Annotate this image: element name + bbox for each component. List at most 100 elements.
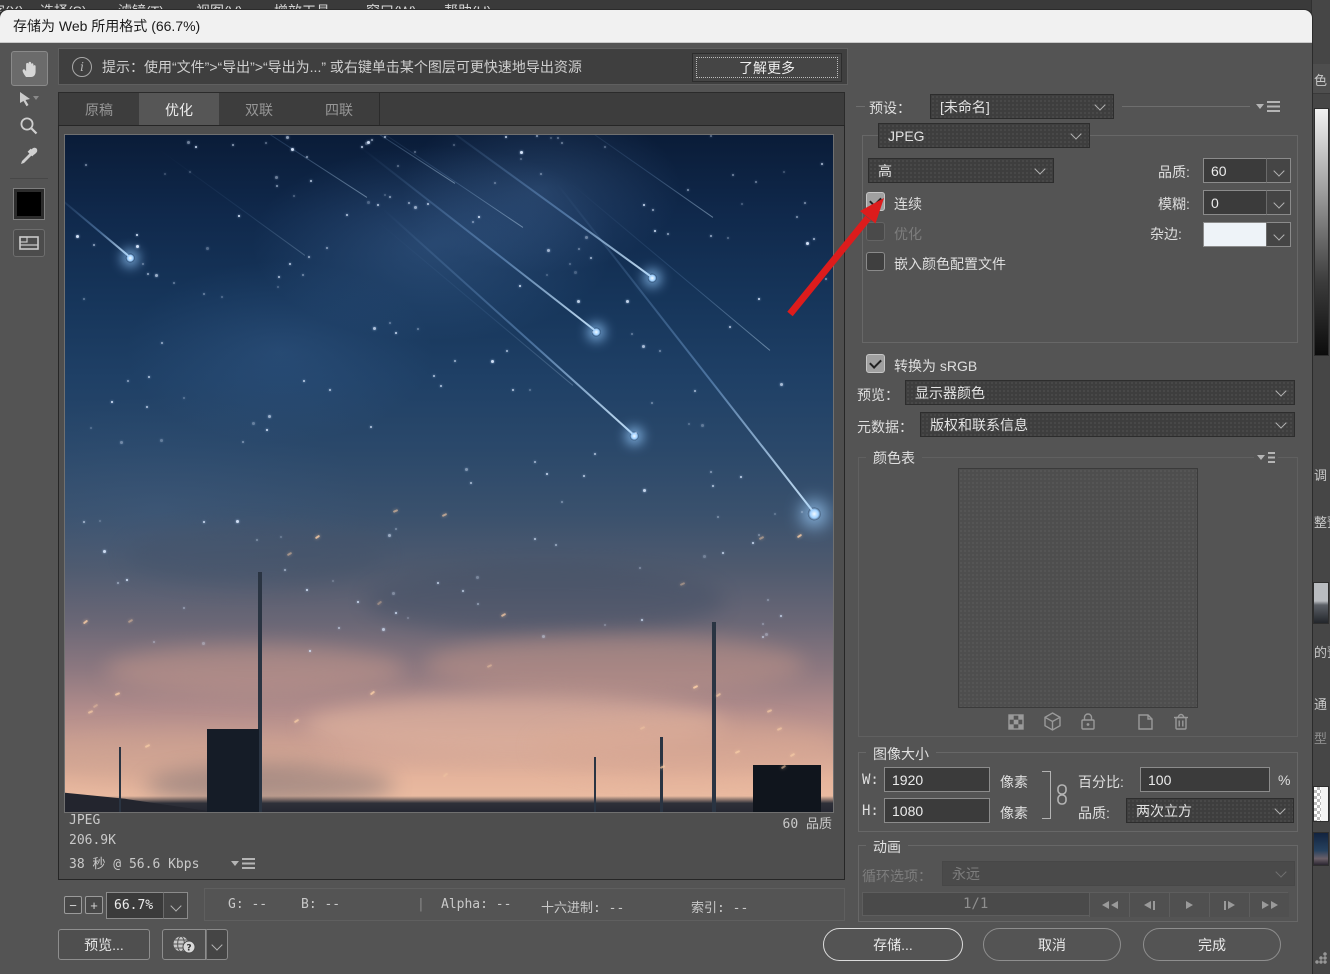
metadata-dropdown[interactable]: 版权和联系信息 <box>920 412 1295 437</box>
preview-color-dropdown[interactable]: 显示器颜色 <box>905 380 1295 405</box>
resample-quality-value: 两次立方 <box>1136 801 1192 821</box>
progressive-checkbox[interactable] <box>866 192 885 211</box>
loop-options-value: 永远 <box>952 864 980 884</box>
dialog-titlebar[interactable]: 存储为 Web 所用格式 (66.7%) <box>0 10 1312 43</box>
tab-original[interactable]: 原稿 <box>59 93 140 126</box>
preset-label: 预设： <box>869 98 911 118</box>
embed-color-profile-checkbox[interactable] <box>866 252 885 271</box>
browser-select-button[interactable]: ? <box>162 929 206 960</box>
preview-quality: 60 品质 <box>783 813 832 832</box>
blur-label: 模糊: <box>1158 194 1190 214</box>
height-label: H: <box>862 803 879 819</box>
svg-text:?: ? <box>186 943 191 953</box>
map-transparency-icon[interactable] <box>1006 712 1026 737</box>
zoom-in-button[interactable]: + <box>85 896 103 914</box>
layer-thumbnail[interactable] <box>1313 832 1329 866</box>
landscape-thumbnail[interactable] <box>1313 582 1329 624</box>
zoom-level-dropdown[interactable] <box>163 892 188 919</box>
toggle-slices-visibility[interactable] <box>13 229 45 257</box>
zoom-out-button[interactable]: − <box>64 896 82 914</box>
preview-color-value: 显示器颜色 <box>915 383 985 403</box>
preview-in-browser-button[interactable]: 预览... <box>58 929 150 960</box>
browser-select-dropdown[interactable] <box>206 929 228 960</box>
g-readout: G: -- <box>228 897 267 912</box>
eyedropper-tool[interactable] <box>14 142 44 170</box>
chevron-down-icon <box>1273 229 1284 240</box>
done-button[interactable]: 完成 <box>1143 928 1281 961</box>
quality-field[interactable]: 60 <box>1203 158 1267 183</box>
lock-color-icon[interactable] <box>1079 712 1097 737</box>
chevron-down-icon <box>211 939 222 950</box>
preview-download-time: 38 秒 @ 56.6 Kbps <box>69 853 199 872</box>
zoom-tool[interactable] <box>14 113 44 139</box>
blur-slider-dropdown[interactable] <box>1266 190 1291 215</box>
height-value: 1080 <box>892 803 923 819</box>
slice-select-tool[interactable] <box>14 88 44 112</box>
first-frame-button[interactable] <box>1089 893 1129 917</box>
screen: 字(X) 选择(S) 滤镜(T) 视图(V) 增效工具 窗口(W) 帮助(H) … <box>0 0 1330 974</box>
play-button[interactable] <box>1169 893 1209 917</box>
tab-optimized[interactable]: 优化 <box>139 93 220 126</box>
cancel-button[interactable]: 取消 <box>983 928 1121 961</box>
percent-field[interactable]: 100 <box>1140 767 1270 792</box>
blur-field[interactable]: 0 <box>1203 190 1267 215</box>
matte-dropdown[interactable] <box>1266 222 1291 247</box>
preview-image[interactable] <box>64 134 834 813</box>
preview-label: 预览： <box>857 385 899 405</box>
globe-question-icon: ? <box>171 934 197 956</box>
b-readout: B: -- <box>301 897 340 912</box>
format-dropdown[interactable]: JPEG <box>878 123 1090 148</box>
eyedropper-color-swatch[interactable] <box>13 188 45 220</box>
optimized-label: 优化 <box>894 224 922 244</box>
quality-slider-dropdown[interactable] <box>1266 158 1291 183</box>
delete-color-icon[interactable] <box>1172 711 1190 737</box>
color-table-swatches-area <box>958 468 1198 708</box>
optimized-checkbox[interactable] <box>866 222 885 241</box>
chevron-down-icon <box>1273 165 1284 176</box>
cancel-button-label: 取消 <box>1038 935 1066 955</box>
loop-options-dropdown[interactable]: 永远 <box>942 861 1295 886</box>
chevron-down-icon <box>1070 128 1081 139</box>
next-frame-button[interactable] <box>1209 893 1249 917</box>
chevron-down-icon <box>1094 99 1105 110</box>
tab-4up[interactable]: 四联 <box>299 93 380 126</box>
hand-tool[interactable] <box>11 51 48 86</box>
convert-srgb-checkbox[interactable] <box>866 354 885 373</box>
preset-panel-menu-icon[interactable] <box>1256 100 1280 113</box>
slice-select-icon <box>17 90 41 110</box>
matte-color-swatch[interactable] <box>1203 222 1267 247</box>
width-field[interactable]: 1920 <box>884 767 990 792</box>
resize-grip[interactable] <box>1315 952 1327 964</box>
color-readout-group: G: -- B: -- | Alpha: -- 十六进制: -- 索引: -- <box>204 888 845 921</box>
tab-label: 原稿 <box>85 100 113 120</box>
panel-label-fragment: 调 <box>1314 465 1327 484</box>
layer-mask-thumbnail[interactable] <box>1313 786 1329 822</box>
tab-2up[interactable]: 双联 <box>219 93 300 126</box>
color-table-menu-icon[interactable] <box>1254 451 1278 464</box>
panel-label-fragment: 的预 <box>1314 642 1330 661</box>
save-button[interactable]: 存储... <box>823 928 963 961</box>
dimension-link-bracket <box>1042 771 1051 819</box>
preview-info-menu-icon[interactable] <box>231 857 255 870</box>
web-shift-cube-icon[interactable] <box>1042 711 1063 737</box>
chevron-down-icon <box>1275 385 1286 396</box>
swatch-color <box>17 192 41 216</box>
dialog-title: 存储为 Web 所用格式 (66.7%) <box>13 16 200 36</box>
link-chain-icon[interactable] <box>1054 783 1070 807</box>
resample-quality-label: 品质: <box>1078 803 1110 823</box>
chevron-down-icon <box>1034 163 1045 174</box>
last-frame-button[interactable] <box>1249 893 1289 917</box>
preset-dropdown[interactable]: [未命名] <box>930 94 1114 119</box>
zoom-level-field[interactable]: 66.7% <box>106 892 164 919</box>
resample-quality-dropdown[interactable]: 两次立方 <box>1126 798 1294 823</box>
image-size-title: 图像大小 <box>866 744 936 764</box>
first-frame-icon <box>1102 901 1109 909</box>
gradient-thumbnail[interactable] <box>1314 108 1329 356</box>
preview-tabstrip: 原稿 优化 双联 四联 <box>58 92 845 125</box>
chevron-down-icon <box>1273 197 1284 208</box>
compression-quality-dropdown[interactable]: 高 <box>868 158 1054 183</box>
height-field[interactable]: 1080 <box>884 798 990 823</box>
previous-frame-button[interactable] <box>1129 893 1169 917</box>
new-color-icon[interactable] <box>1135 712 1155 737</box>
learn-more-button[interactable]: 了解更多 <box>692 53 842 82</box>
